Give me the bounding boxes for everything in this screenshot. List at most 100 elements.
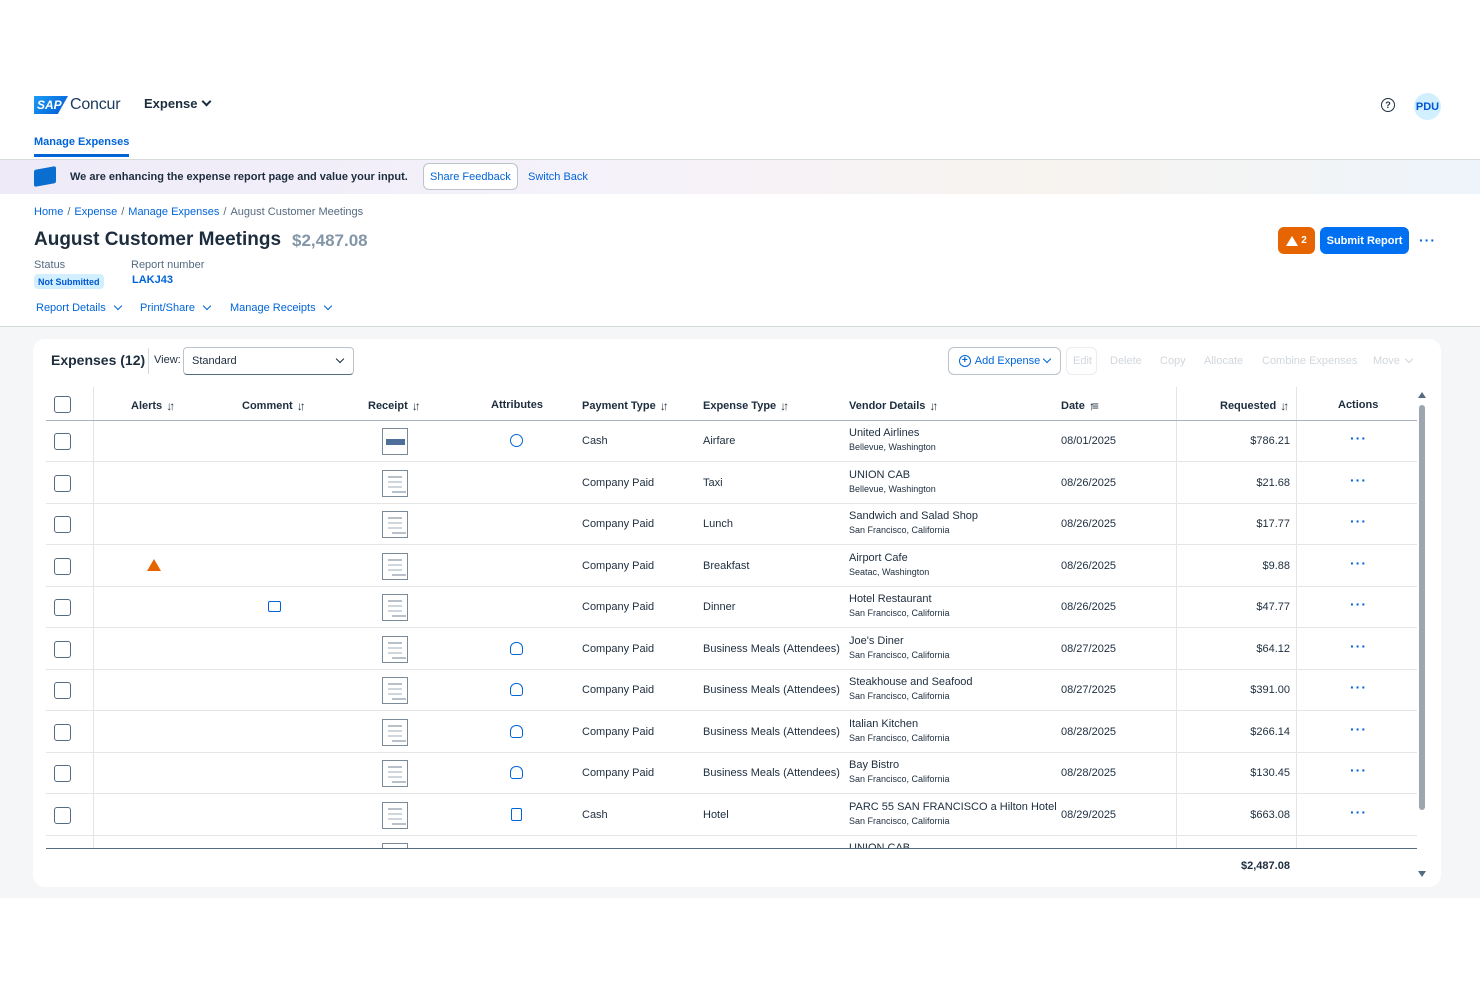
row-actions-button[interactable]: ··· (1350, 596, 1367, 612)
breadcrumb-manage-expenses[interactable]: Manage Expenses (128, 206, 219, 218)
breadcrumb-home[interactable]: Home (34, 206, 63, 218)
requested-amount-cell: $786.21 (1250, 435, 1290, 447)
requested-amount-cell: $391.00 (1250, 684, 1290, 696)
edit-button[interactable]: Edit (1073, 355, 1092, 367)
clipboard-icon[interactable] (511, 807, 522, 821)
breadcrumb-expense[interactable]: Expense (74, 206, 117, 218)
vendor-location: Bellevue, Washington (849, 483, 936, 494)
divider (148, 348, 149, 374)
table-row[interactable]: Company Paid Business Meals (Attendees) Jo… (46, 629, 1417, 670)
receipt-thumbnail[interactable] (382, 469, 408, 497)
scroll-down-arrow[interactable] (1418, 871, 1426, 877)
product-switcher[interactable]: Expense (144, 96, 212, 111)
receipt-thumbnail[interactable] (382, 511, 408, 538)
vendor-details-cell: Steakhouse and Seafood San Francisco, Cal… (849, 676, 973, 701)
concur-logo[interactable]: SAP Concur (34, 96, 121, 114)
table-row[interactable]: Company Paid Business Meals (Attendees) Ba… (46, 753, 1417, 794)
table-row[interactable]: Company Paid Business Meals (Attendees) It… (46, 712, 1417, 753)
banner-message: We are enhancing the expense report page… (70, 171, 408, 183)
row-checkbox[interactable] (54, 433, 71, 450)
column-header-comment[interactable]: Comment ↓↑ (242, 399, 306, 413)
row-checkbox[interactable] (54, 806, 71, 824)
select-all-checkbox[interactable] (54, 396, 71, 413)
submit-report-button[interactable]: Submit Report (1320, 227, 1409, 254)
receipt-thumbnail[interactable] (382, 552, 408, 580)
attendees-icon[interactable] (510, 766, 523, 779)
column-header-alerts[interactable]: Alerts ↓↑ (131, 399, 175, 413)
help-icon[interactable]: ? (1381, 98, 1395, 112)
chart-icon[interactable] (510, 434, 523, 447)
table-row[interactable]: Company Paid Dinner Hotel Restaurant San Fr… (46, 587, 1417, 628)
receipt-thumbnail[interactable] (382, 801, 408, 829)
column-header-requested[interactable]: Requested ↓↑ (1220, 399, 1289, 413)
vendor-name: United Airlines (849, 427, 920, 439)
row-actions-button[interactable]: ··· (1350, 638, 1367, 654)
allocate-button[interactable]: Allocate (1204, 355, 1243, 367)
row-actions-button[interactable]: ··· (1350, 555, 1367, 571)
row-actions-button[interactable]: ··· (1350, 430, 1367, 446)
vendor-name: PARC 55 SAN FRANCISCO a Hilton Hotel (849, 800, 1057, 813)
user-avatar[interactable]: PDU (1414, 93, 1441, 120)
row-checkbox[interactable] (54, 557, 71, 575)
row-actions-button[interactable]: ··· (1350, 513, 1367, 529)
warning-icon[interactable] (147, 558, 161, 571)
receipt-thumbnail[interactable] (382, 635, 408, 663)
table-row[interactable]: Company Paid Breakfast Airport Cafe Seatac,… (46, 546, 1417, 587)
table-row[interactable]: Cash Airfare United Airlines Bellevue, Wash… (46, 421, 1417, 462)
receipt-thumbnail[interactable] (382, 428, 408, 455)
combine-expenses-button[interactable]: Combine Expenses (1262, 355, 1357, 367)
column-header-expense-type[interactable]: Expense Type ↓↑ (703, 399, 789, 413)
table-row[interactable]: Cash Hotel PARC 55 SAN FRANCISCO a Hilton … (46, 795, 1417, 836)
vertical-scrollbar[interactable] (1419, 405, 1425, 810)
alerts-button[interactable]: 2 (1278, 227, 1315, 254)
row-actions-button[interactable]: ··· (1350, 679, 1367, 695)
table-row[interactable]: Company Paid Business Meals (Attendees) St… (46, 670, 1417, 711)
row-checkbox[interactable] (54, 682, 71, 699)
copy-button[interactable]: Copy (1160, 355, 1186, 367)
column-header-payment-type[interactable]: Payment Type ↓↑ (582, 399, 669, 413)
row-checkbox[interactable] (54, 516, 71, 533)
share-feedback-button[interactable]: Share Feedback (423, 163, 518, 190)
column-header-date[interactable]: Date ↑≡ (1061, 399, 1099, 413)
row-checkbox[interactable] (54, 474, 71, 492)
row-checkbox[interactable] (54, 765, 71, 782)
add-expense-button[interactable]: + Add Expense (948, 347, 1061, 375)
attendees-icon[interactable] (510, 724, 523, 738)
table-row[interactable]: UNION CAB (46, 836, 1417, 848)
manage-receipts-menu[interactable]: Manage Receipts (230, 301, 332, 314)
payment-type-cell: Company Paid (582, 642, 655, 655)
row-checkbox[interactable] (54, 640, 71, 658)
chevron-down-icon (1404, 354, 1414, 364)
switch-back-link[interactable]: Switch Back (528, 171, 588, 183)
row-actions-button[interactable]: ··· (1350, 762, 1367, 778)
row-checkbox[interactable] (54, 599, 71, 616)
table-row[interactable]: Company Paid Lunch Sandwich and Salad Shop… (46, 504, 1417, 545)
attendees-icon[interactable] (510, 641, 523, 655)
view-select[interactable]: Standard (183, 347, 354, 375)
receipt-thumbnail[interactable] (382, 677, 408, 704)
column-header-receipt[interactable]: Receipt ↓↑ (368, 399, 421, 413)
receipt-thumbnail[interactable] (382, 594, 408, 621)
tab-manage-expenses[interactable]: Manage Expenses (34, 136, 130, 157)
comment-icon[interactable] (268, 601, 281, 612)
print-share-menu[interactable]: Print/Share (140, 301, 212, 314)
receipt-thumbnail[interactable] (382, 760, 408, 787)
report-details-menu[interactable]: Report Details (36, 301, 122, 314)
row-checkbox[interactable] (54, 723, 71, 741)
attendees-icon[interactable] (510, 683, 523, 696)
delete-button[interactable]: Delete (1110, 355, 1142, 367)
vendor-location: Bellevue, Washington (849, 442, 936, 452)
receipt-thumbnail[interactable] (382, 718, 408, 746)
breadcrumb-current: August Customer Meetings (230, 206, 364, 218)
expenses-total: $2,487.08 (1241, 860, 1290, 872)
vendor-name: Steakhouse and Seafood (849, 676, 973, 688)
row-actions-button[interactable]: ··· (1350, 472, 1367, 488)
scroll-up-arrow[interactable] (1418, 392, 1426, 398)
table-row[interactable]: Company Paid Taxi UNION CAB Bellevue, Washi… (46, 463, 1417, 504)
row-actions-button[interactable]: ··· (1350, 721, 1367, 737)
more-actions-button[interactable]: ··· (1419, 232, 1436, 248)
column-header-vendor-details[interactable]: Vendor Details ↓↑ (849, 399, 938, 413)
row-actions-button[interactable]: ··· (1350, 804, 1367, 820)
sap-logo-mark: SAP (34, 96, 68, 114)
move-button[interactable]: Move (1373, 354, 1414, 367)
